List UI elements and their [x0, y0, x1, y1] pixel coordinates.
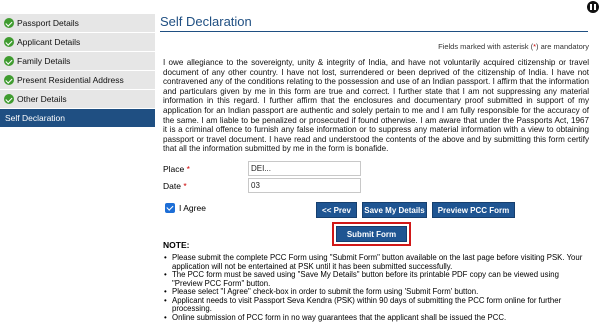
- check-circle-icon: [4, 75, 14, 85]
- sidebar-item-family-details[interactable]: Family Details: [0, 52, 155, 71]
- sidebar-item-other-details[interactable]: Other Details: [0, 90, 155, 109]
- place-input[interactable]: DEI...: [248, 161, 361, 176]
- check-circle-icon: [4, 37, 14, 47]
- mandatory-prefix: Fields marked with asterisk (: [438, 42, 534, 51]
- note-item: Online submission of PCC form in no way …: [164, 313, 590, 323]
- sidebar-item-label: Other Details: [17, 94, 67, 104]
- preview-pcc-form-button[interactable]: Preview PCC Form: [432, 202, 515, 218]
- sidebar-item-label: Present Residential Address: [17, 75, 124, 85]
- note-title: NOTE:: [163, 240, 190, 250]
- check-circle-icon: [4, 94, 14, 104]
- check-circle-icon: [4, 56, 14, 66]
- sidebar-item-label: Passport Details: [17, 18, 79, 28]
- sidebar-item-self-declaration[interactable]: Self Declaration: [0, 109, 155, 128]
- declaration-text: I owe allegiance to the sovereignty, uni…: [163, 58, 589, 154]
- notes-list: Please submit the complete PCC Form usin…: [164, 253, 590, 323]
- note-item: Please submit the complete PCC Form usin…: [164, 253, 590, 271]
- agree-checkbox[interactable]: [165, 203, 175, 213]
- sidebar-item-present-residential-address[interactable]: Present Residential Address: [0, 71, 155, 90]
- agree-row: I Agree: [165, 203, 206, 213]
- place-label: Place *: [163, 163, 190, 174]
- page-title: Self Declaration: [160, 14, 588, 32]
- place-row: Place * DEI...: [163, 161, 361, 176]
- sidebar-nav: Passport Details Applicant Details Famil…: [0, 14, 155, 128]
- save-my-details-button[interactable]: Save My Details: [362, 202, 427, 218]
- sidebar-item-label: Self Declaration: [5, 113, 66, 123]
- mandatory-note: Fields marked with asterisk (*) are mand…: [438, 42, 589, 51]
- note-item: The PCC form must be saved using "Save M…: [164, 270, 590, 288]
- check-circle-icon: [4, 18, 14, 28]
- sidebar-item-applicant-details[interactable]: Applicant Details: [0, 33, 155, 52]
- prev-button[interactable]: << Prev: [316, 202, 357, 218]
- date-row: Date * 03: [163, 178, 361, 193]
- agree-label: I Agree: [179, 203, 206, 213]
- sidebar-item-label: Family Details: [17, 56, 71, 66]
- pause-button[interactable]: [587, 1, 599, 13]
- date-label: Date *: [163, 180, 187, 191]
- note-item: Applicant needs to visit Passport Seva K…: [164, 296, 590, 314]
- sidebar-item-label: Applicant Details: [17, 37, 81, 47]
- mandatory-suffix: ) are mandatory: [536, 42, 589, 51]
- sidebar-item-passport-details[interactable]: Passport Details: [0, 14, 155, 33]
- submit-form-button[interactable]: Submit Form: [336, 226, 407, 242]
- submit-highlight: Submit Form: [332, 222, 411, 246]
- date-input[interactable]: 03: [248, 178, 361, 193]
